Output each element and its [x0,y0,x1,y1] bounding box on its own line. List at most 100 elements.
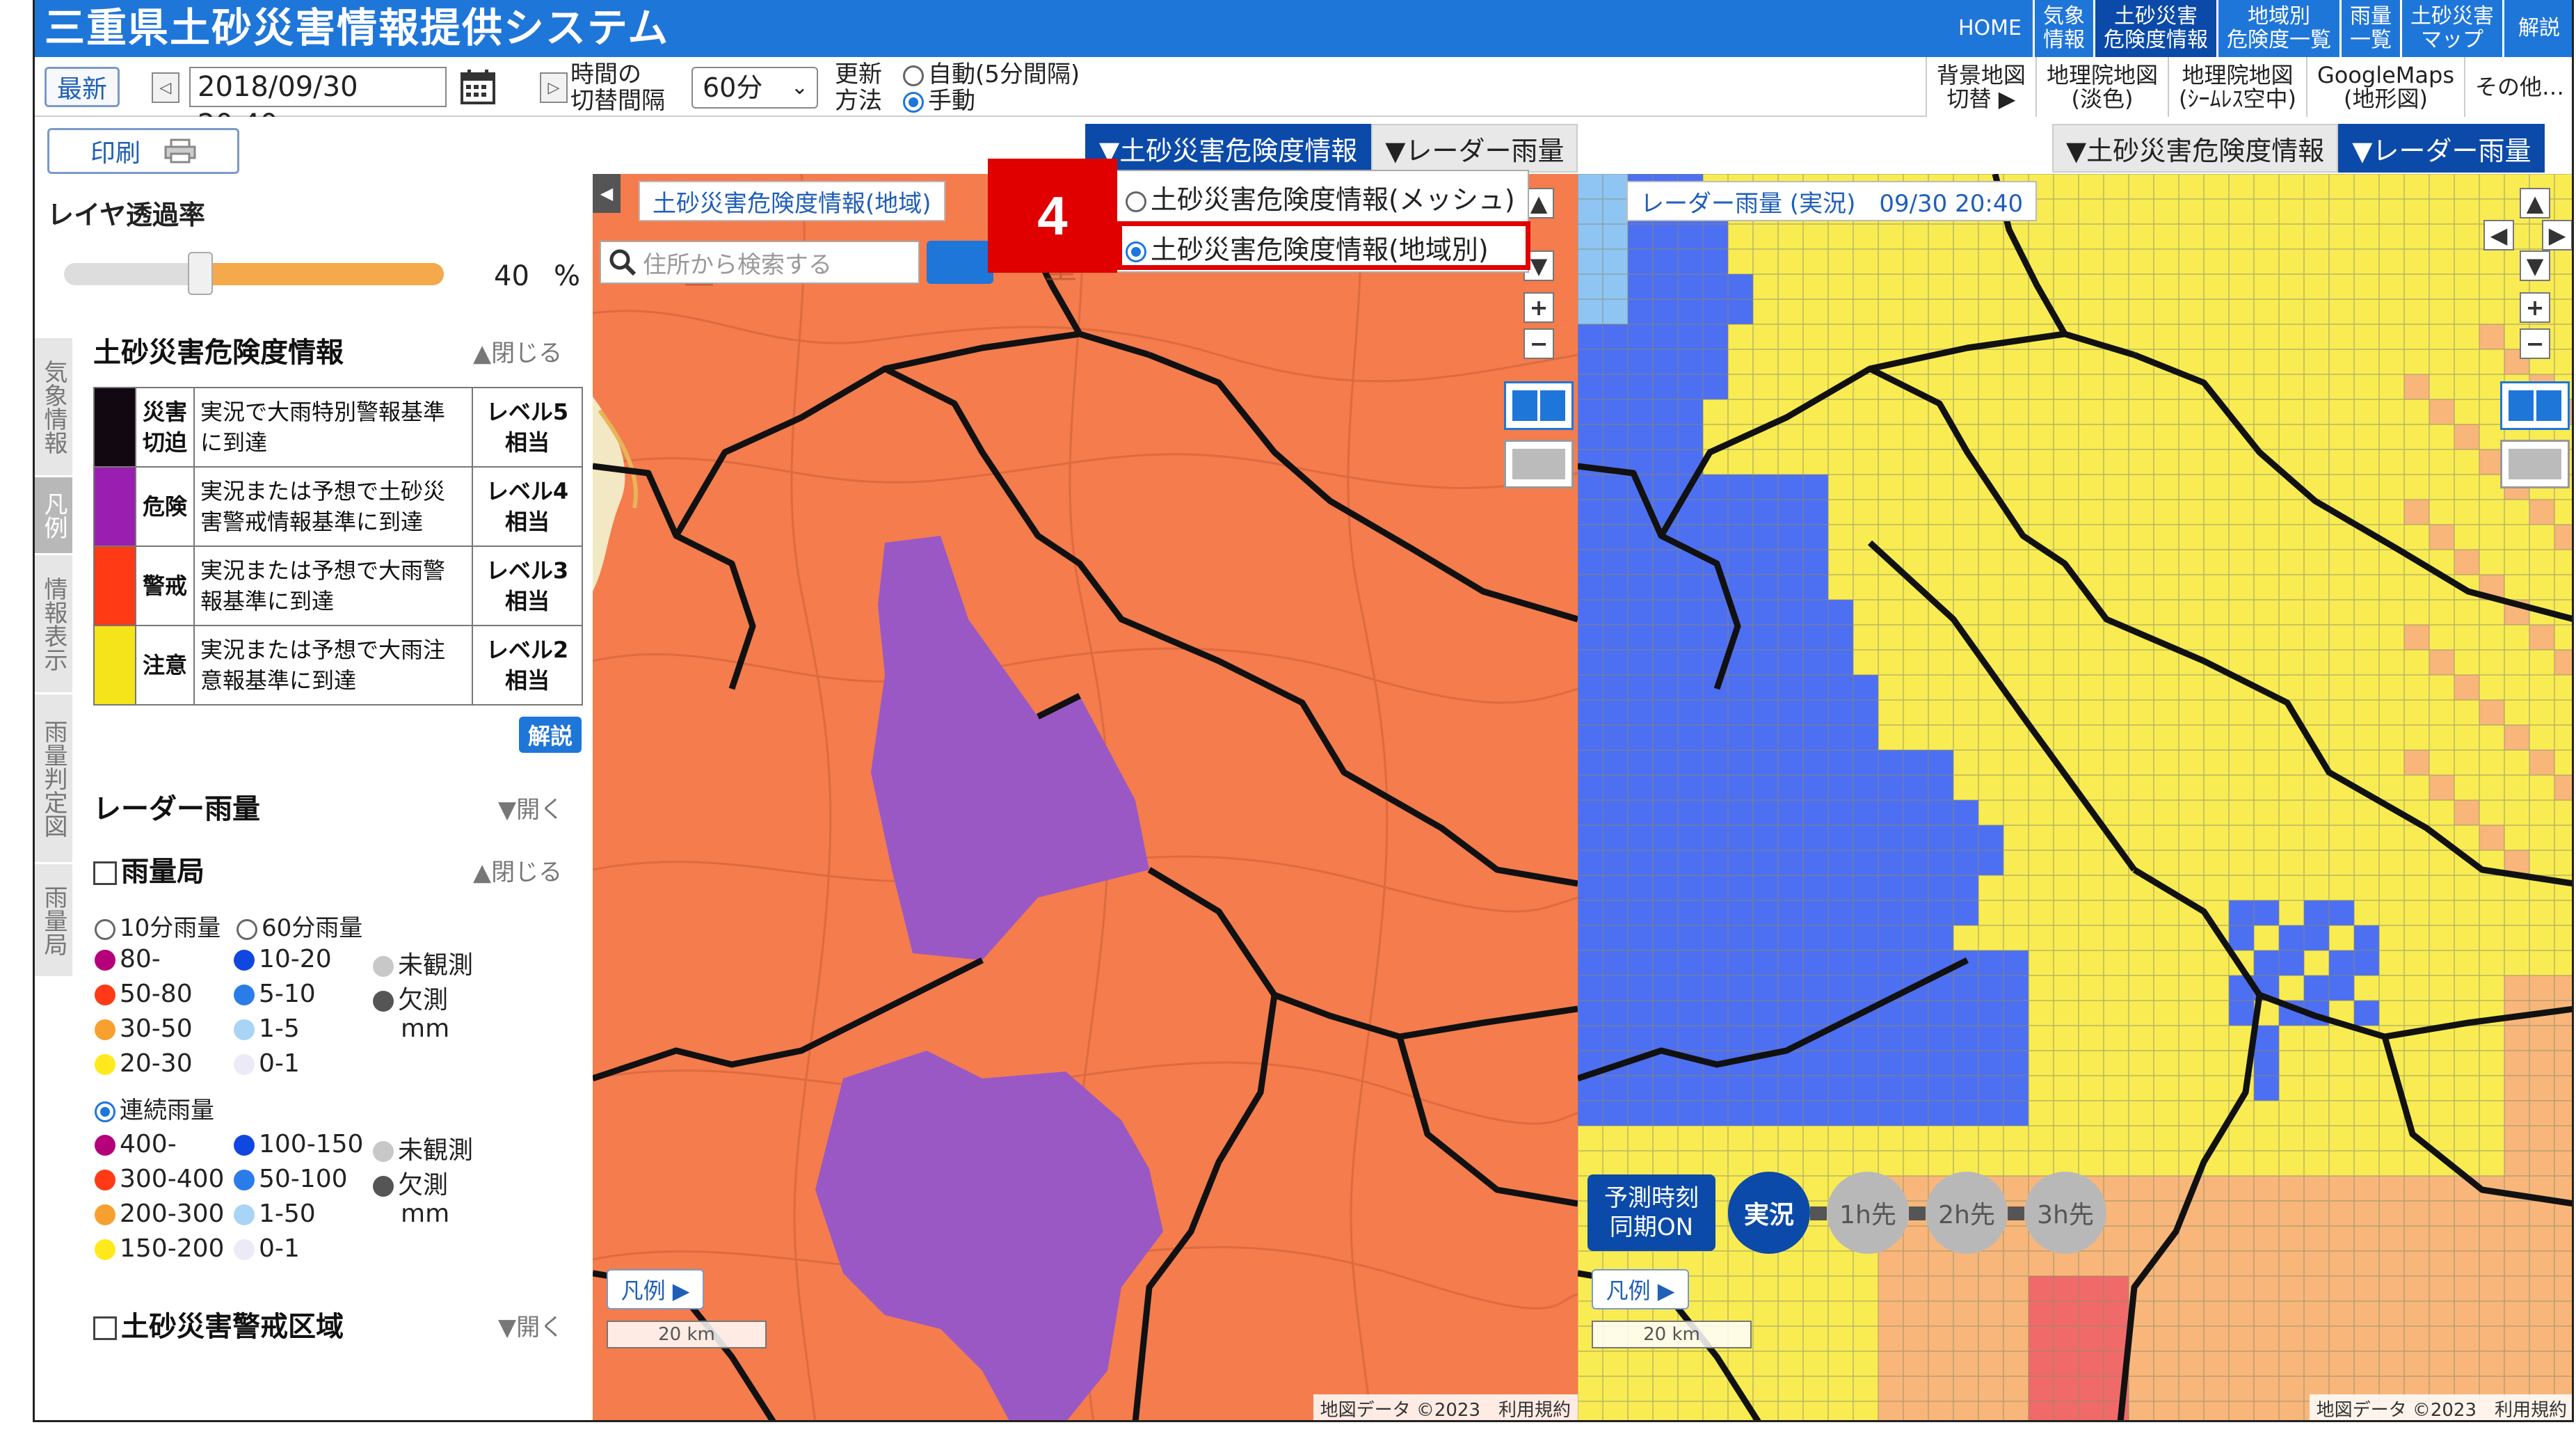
basemap-gsi-photo-button[interactable]: 地理院地図 (ｼｰﾑﾚｽ空中) [2167,57,2306,117]
left-map[interactable]: 三重 土砂災害危険度情報(地域) ◀ 住所から検索する ▲ ▼ + − 凡例 ▶… [593,174,1578,1420]
rain10-option[interactable]: 10分雨量 [95,909,221,943]
pan-left-button[interactable]: ◀ [2483,220,2514,250]
forecast-sync-button[interactable]: 予測時刻 同期ON [1587,1174,1715,1251]
pan-up-button[interactable]: ▲ [2520,188,2550,218]
radar-cell [1778,1101,1803,1126]
zoom-in-button[interactable]: + [2520,292,2550,323]
search-submit-button[interactable] [927,241,993,284]
radio-continuous-rain[interactable] [95,1101,115,1122]
radar-cell [1653,1101,1678,1126]
pan-down-button[interactable]: ▼ [2520,250,2550,281]
split-view-button[interactable] [1504,381,1574,430]
search-icon[interactable] [608,248,637,277]
raingauge-section[interactable]: 雨量局 [93,849,205,889]
update-manual-option[interactable]: 手動 [903,88,975,114]
layer-option-mesh[interactable]: 土砂災害危険度情報(メッシュ) [1126,178,1515,216]
zoom-in-button[interactable]: + [1523,292,1554,323]
left-map-attribution[interactable]: 地図データ ©2023 利用規約 [1313,1394,1578,1420]
side-tab-rainfall-chart[interactable]: 雨量判定図 [35,694,72,864]
radar-cell [2154,1201,2179,1226]
risk-legend-toggle[interactable]: ▲閉じる [473,334,562,368]
nav-sediment-risk[interactable]: 土砂災害 危険度情報 [2093,0,2216,57]
radar-cell [1653,424,1678,449]
risk-help-button[interactable]: 解説 [519,717,582,753]
radar-section-toggle[interactable]: ▼開く [498,790,563,824]
warning-area-section[interactable]: 土砂災害警戒区域 [93,1304,344,1344]
radio-rain10[interactable] [95,918,115,940]
address-search-input[interactable]: 住所から検索する [600,241,920,284]
risk-row-level2: 注意 実況または予想で大雨注 意報基準に到達 レベル2 相当 [93,625,583,706]
side-tab-legend[interactable]: 凡例 [35,477,72,555]
nav-home[interactable]: HOME [1946,0,2033,57]
radar-cell [1703,600,1728,625]
right-map-legend-button[interactable]: 凡例 ▶ [1592,1269,1689,1309]
radar-cell [2254,1051,2279,1076]
left-map-legend-button[interactable]: 凡例 ▶ [607,1269,704,1309]
radar-cell [1728,575,1753,600]
radio-auto[interactable] [903,65,924,86]
rain60-option[interactable]: 60分雨量 [237,909,362,943]
right-map-attribution[interactable]: 地図データ ©2023 利用規約 [2309,1394,2572,1420]
opacity-slider[interactable] [64,263,444,285]
nav-weather[interactable]: 気象 情報 [2033,0,2093,57]
basemap-google-terrain-button[interactable]: GoogleMaps (地形図) [2305,57,2464,117]
prev-time-button[interactable]: ◁ [152,72,179,103]
side-tab-info-display[interactable]: 情報表示 [35,555,72,694]
split-view-button[interactable] [2500,381,2570,430]
radar-cell [1778,800,1803,825]
forecast-3h-button[interactable]: 3h先 [2024,1172,2106,1254]
collapse-panel-button[interactable]: ◀ [593,174,621,213]
forecast-2h-button[interactable]: 2h先 [1926,1172,2008,1254]
radar-cell [2079,1251,2104,1276]
warning-area-toggle[interactable]: ▼開く [498,1308,563,1342]
calendar-icon[interactable] [459,68,497,106]
right-map[interactable]: レーダー雨量 (実況) 09/30 20:40 ▲ ◀ ▶ ▼ + − 予測時刻… [1578,174,2572,1420]
risk-legend-title: 土砂災害危険度情報 [93,337,344,369]
basemap-other-button[interactable]: その他… [2463,57,2572,117]
pan-right-button[interactable]: ▶ [2542,220,2572,250]
basemap-gsi-pale-button[interactable]: 地理院地図 (淡色) [2035,57,2168,117]
forecast-1h-button[interactable]: 1h先 [1827,1172,1909,1254]
datetime-input[interactable]: 2018/09/30 20:40 [189,67,447,141]
nav-rainfall-list[interactable]: 雨量 一覧 [2339,0,2400,57]
radio-rain60[interactable] [237,918,257,940]
single-view-button[interactable] [2500,440,2570,488]
radar-cell [2554,1126,2572,1151]
next-time-button[interactable]: ▷ [540,72,568,103]
radar-cell [2529,1201,2554,1226]
basemap-toggle-button[interactable]: 背景地図 切替 ▶ [1925,57,2035,117]
raingauge-toggle[interactable]: ▲閉じる [473,853,562,887]
zoom-out-button[interactable]: − [1523,328,1554,359]
nav-help[interactable]: 解説 [2502,0,2572,57]
right-tab-radar[interactable]: ▼レーダー雨量 [2338,124,2545,173]
toolbar: 最新 ◁ 2018/09/30 20:40 ▷ 時間の 切替間隔 60分 ⌄ 更新… [35,57,2572,141]
left-tab-sediment-risk[interactable]: ▼土砂災害危険度情報 [1085,124,1372,173]
right-tab-sediment-risk[interactable]: ▼土砂災害危険度情報 [2052,124,2339,173]
radar-cell [1578,975,1603,1001]
continuous-rain-label: 連続雨量 [120,1097,214,1124]
latest-button[interactable]: 最新 [45,67,120,107]
warning-area-checkbox[interactable] [93,1316,117,1340]
radar-cell [2254,900,2279,925]
interval-select[interactable]: 60分 ⌄ [691,67,818,109]
nav-regional-risk-list[interactable]: 地域別 危険度一覧 [2216,0,2339,57]
radar-cell [1728,550,1753,575]
radar-cell [1903,850,1928,875]
forecast-now-button[interactable]: 実況 [1728,1172,1810,1254]
single-view-button[interactable] [1504,440,1574,488]
side-tab-rain-gauge[interactable]: 雨量局 [35,864,72,978]
left-tab-radar[interactable]: ▼レーダー雨量 [1371,124,1578,173]
zoom-out-button[interactable]: − [2520,328,2550,359]
radio-layer-mesh[interactable] [1126,191,1146,212]
legend-label: 0-1 [259,1234,300,1263]
side-tab-weather[interactable]: 気象情報 [35,338,72,477]
radar-cell [2029,1251,2054,1276]
nav-sediment-map[interactable]: 土砂災害 マップ [2400,0,2502,57]
raingauge-checkbox[interactable] [93,861,117,885]
update-manual-label: 手動 [928,87,975,115]
opacity-slider-handle[interactable] [188,252,213,295]
radio-manual[interactable] [903,91,924,113]
continuous-rain-option[interactable]: 連続雨量 [95,1091,214,1125]
print-button[interactable]: 印刷 [47,128,239,174]
update-auto-option[interactable]: 自動(5分間隔) [903,61,1080,88]
